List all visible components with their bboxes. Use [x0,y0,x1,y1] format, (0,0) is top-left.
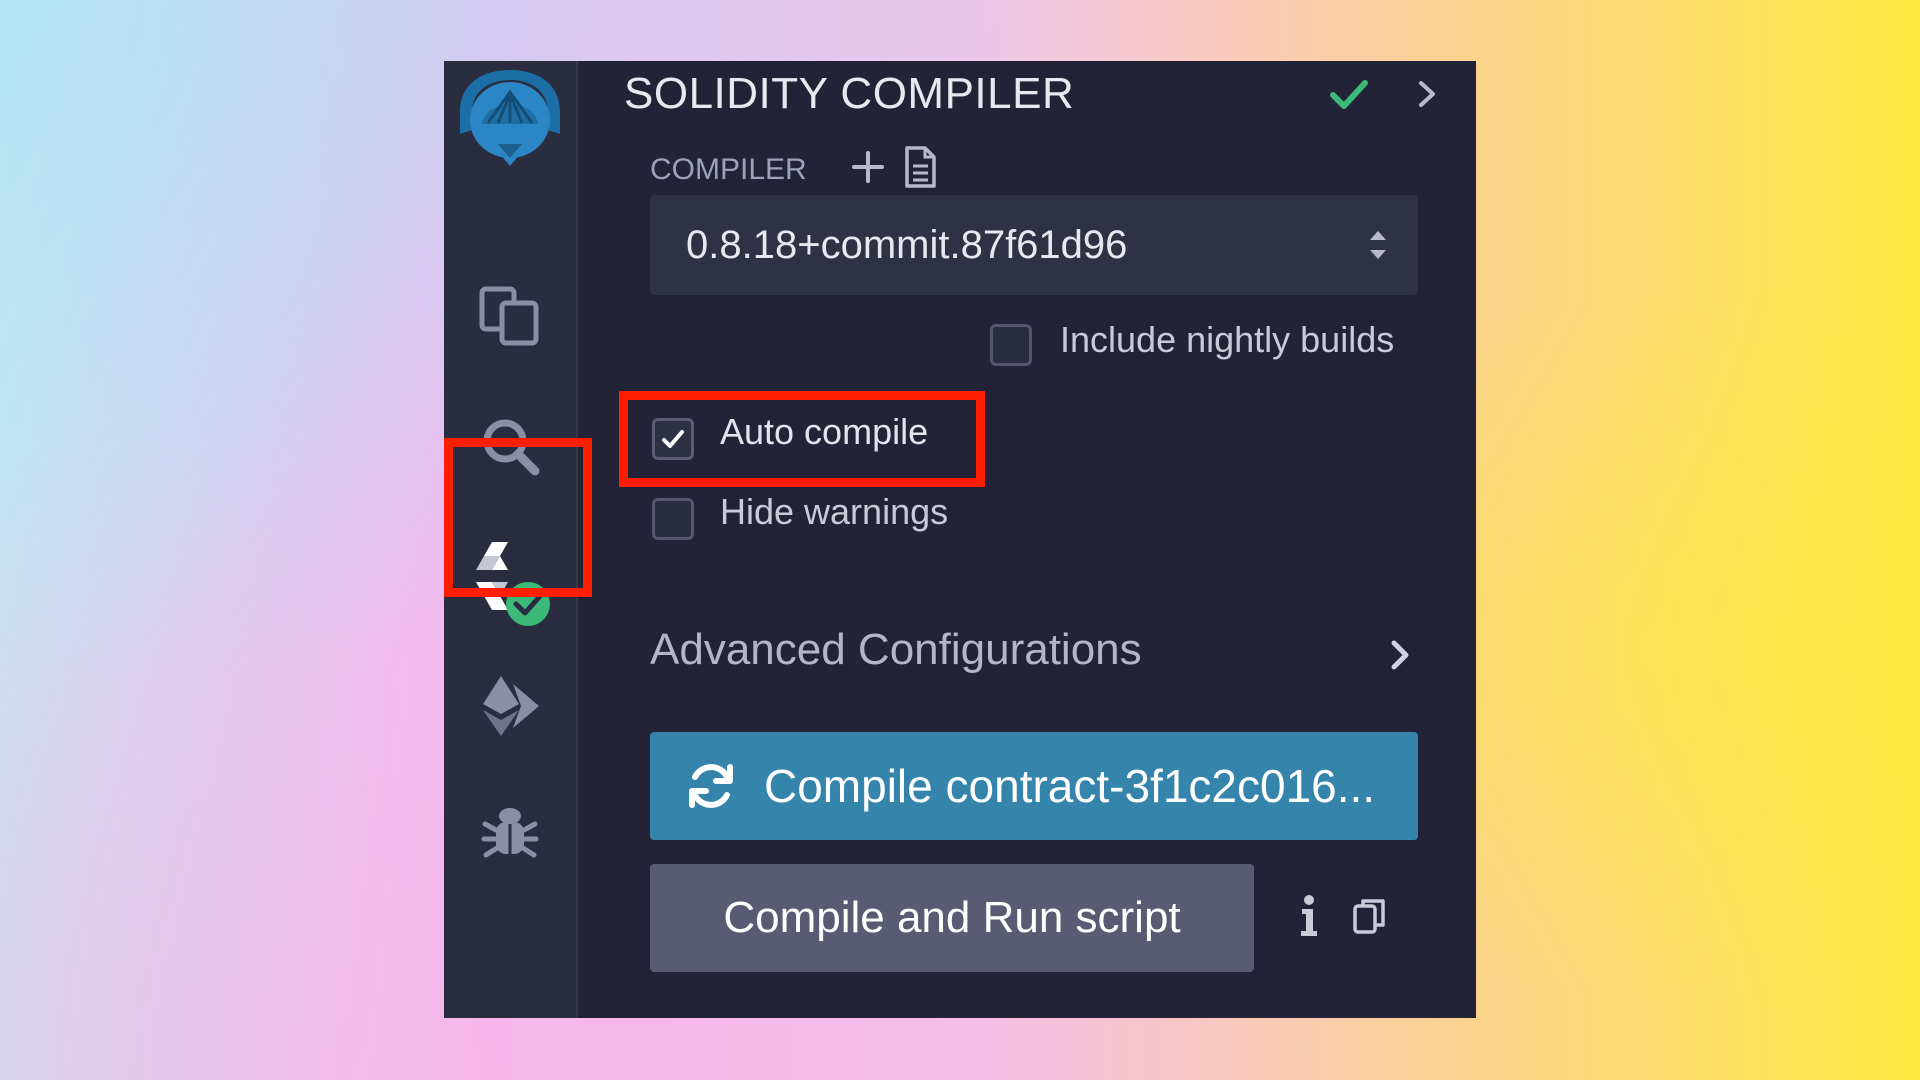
info-icon[interactable] [1296,893,1322,939]
solidity-compiler-icon[interactable] [444,531,576,641]
hide-warnings-checkbox[interactable] [652,498,694,540]
advanced-configurations-label: Advanced Configurations [650,625,1142,674]
hide-warnings-label[interactable]: Hide warnings [720,491,948,533]
compiler-version-value: 0.8.18+commit.87f61d96 [686,222,1128,267]
include-nightly-checkbox[interactable] [990,324,1032,366]
include-nightly-label[interactable]: Include nightly builds [1060,319,1394,361]
auto-compile-label[interactable]: Auto compile [720,411,928,453]
compile-button-label: Compile contract-3f1c2c016... [764,760,1376,812]
compile-and-run-script-label: Compile and Run script [723,893,1181,942]
checkmark-icon [662,430,684,448]
compile-button[interactable]: Compile contract-3f1c2c016... [650,732,1418,840]
compile-success-check-icon [1330,80,1368,109]
copy-icon[interactable] [1352,897,1386,935]
file-icon[interactable] [900,145,940,189]
chevron-right-icon[interactable] [1410,77,1444,111]
compile-and-run-script-button[interactable]: Compile and Run script [650,864,1254,972]
file-explorer-icon[interactable] [444,276,576,356]
remix-logo-icon[interactable] [444,67,576,179]
search-icon[interactable] [444,406,576,486]
refresh-icon [689,764,733,808]
icon-sidebar [444,61,592,1018]
panel-title: SOLIDITY COMPILER [624,69,1075,118]
add-compiler-icon[interactable] [848,147,888,187]
remix-ide-window: SOLIDITY COMPILER COMPILER 0.8.18+commit… [444,61,1476,1018]
debugger-icon[interactable] [444,791,576,871]
compiler-label: COMPILER [650,153,807,186]
compiler-version-select[interactable]: 0.8.18+commit.87f61d96 [650,195,1418,295]
auto-compile-checkbox[interactable] [652,418,694,460]
chevron-right-icon [1391,640,1409,670]
select-arrows-icon [1370,231,1386,259]
deploy-run-icon[interactable] [444,661,576,751]
advanced-configurations-toggle[interactable]: Advanced Configurations [650,617,1420,687]
